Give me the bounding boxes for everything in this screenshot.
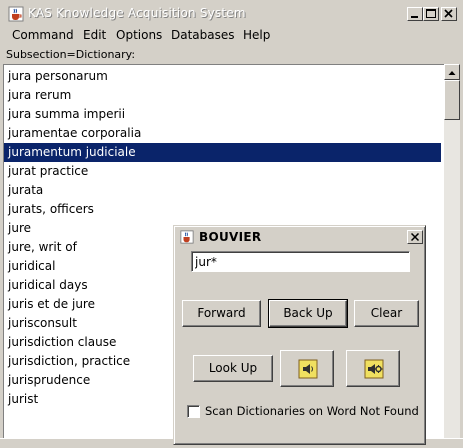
forward-button[interactable]: Forward: [182, 300, 261, 327]
speaker-gear-icon: [364, 359, 384, 379]
list-item[interactable]: jura personarum: [4, 67, 441, 86]
java-cup-icon: [8, 6, 24, 22]
list-item[interactable]: jurat practice: [4, 162, 441, 181]
arrow-up-icon: [448, 71, 456, 75]
menu-help[interactable]: Help: [243, 28, 270, 42]
maximize-button[interactable]: [423, 7, 439, 21]
scan-dictionaries-checkbox[interactable]: [187, 405, 200, 418]
dialog-title: BOUVIER: [199, 230, 262, 244]
vertical-scrollbar[interactable]: [444, 64, 460, 438]
speaker-icon: [298, 359, 318, 379]
java-cup-icon: [180, 230, 194, 244]
menu-bar: Command Edit Options Databases Help: [0, 26, 463, 46]
speak-settings-button[interactable]: [346, 350, 400, 387]
dialog-title-bar[interactable]: BOUVIER: [177, 228, 423, 246]
list-item[interactable]: jurats, officers: [4, 200, 441, 219]
minimize-icon: [411, 16, 418, 18]
bouvier-dialog: BOUVIER Forward Back Up Clear Look Up Sc…: [173, 225, 426, 445]
list-item[interactable]: jura summa imperii: [4, 105, 441, 124]
list-item[interactable]: jurata: [4, 181, 441, 200]
menu-command[interactable]: Command: [12, 28, 74, 42]
window-title: KAS Knowledge Acquisition System: [28, 6, 246, 20]
list-item[interactable]: jura rerum: [4, 86, 441, 105]
scroll-thumb[interactable]: [444, 80, 460, 120]
scroll-up-button[interactable]: [444, 64, 460, 80]
close-icon: [444, 9, 453, 18]
subsection-label: Subsection=Dictionary:: [6, 48, 136, 61]
menu-options[interactable]: Options: [116, 28, 162, 42]
close-button[interactable]: [441, 7, 457, 21]
minimize-button[interactable]: [407, 7, 423, 21]
close-icon: [411, 233, 420, 242]
search-input[interactable]: [191, 251, 410, 272]
list-item-selected[interactable]: juramentum judiciale: [4, 143, 441, 162]
look-up-button[interactable]: Look Up: [193, 355, 273, 382]
menu-edit[interactable]: Edit: [83, 28, 106, 42]
scan-dictionaries-label: Scan Dictionaries on Word Not Found: [205, 404, 419, 418]
list-item[interactable]: juramentae corporalia: [4, 124, 441, 143]
dialog-close-button[interactable]: [407, 230, 423, 244]
menu-databases[interactable]: Databases: [171, 28, 235, 42]
speak-button[interactable]: [280, 350, 334, 387]
back-up-button[interactable]: Back Up: [268, 299, 348, 328]
clear-button[interactable]: Clear: [354, 300, 419, 327]
title-bar[interactable]: KAS Knowledge Acquisition System: [2, 3, 461, 25]
maximize-icon: [426, 9, 436, 18]
